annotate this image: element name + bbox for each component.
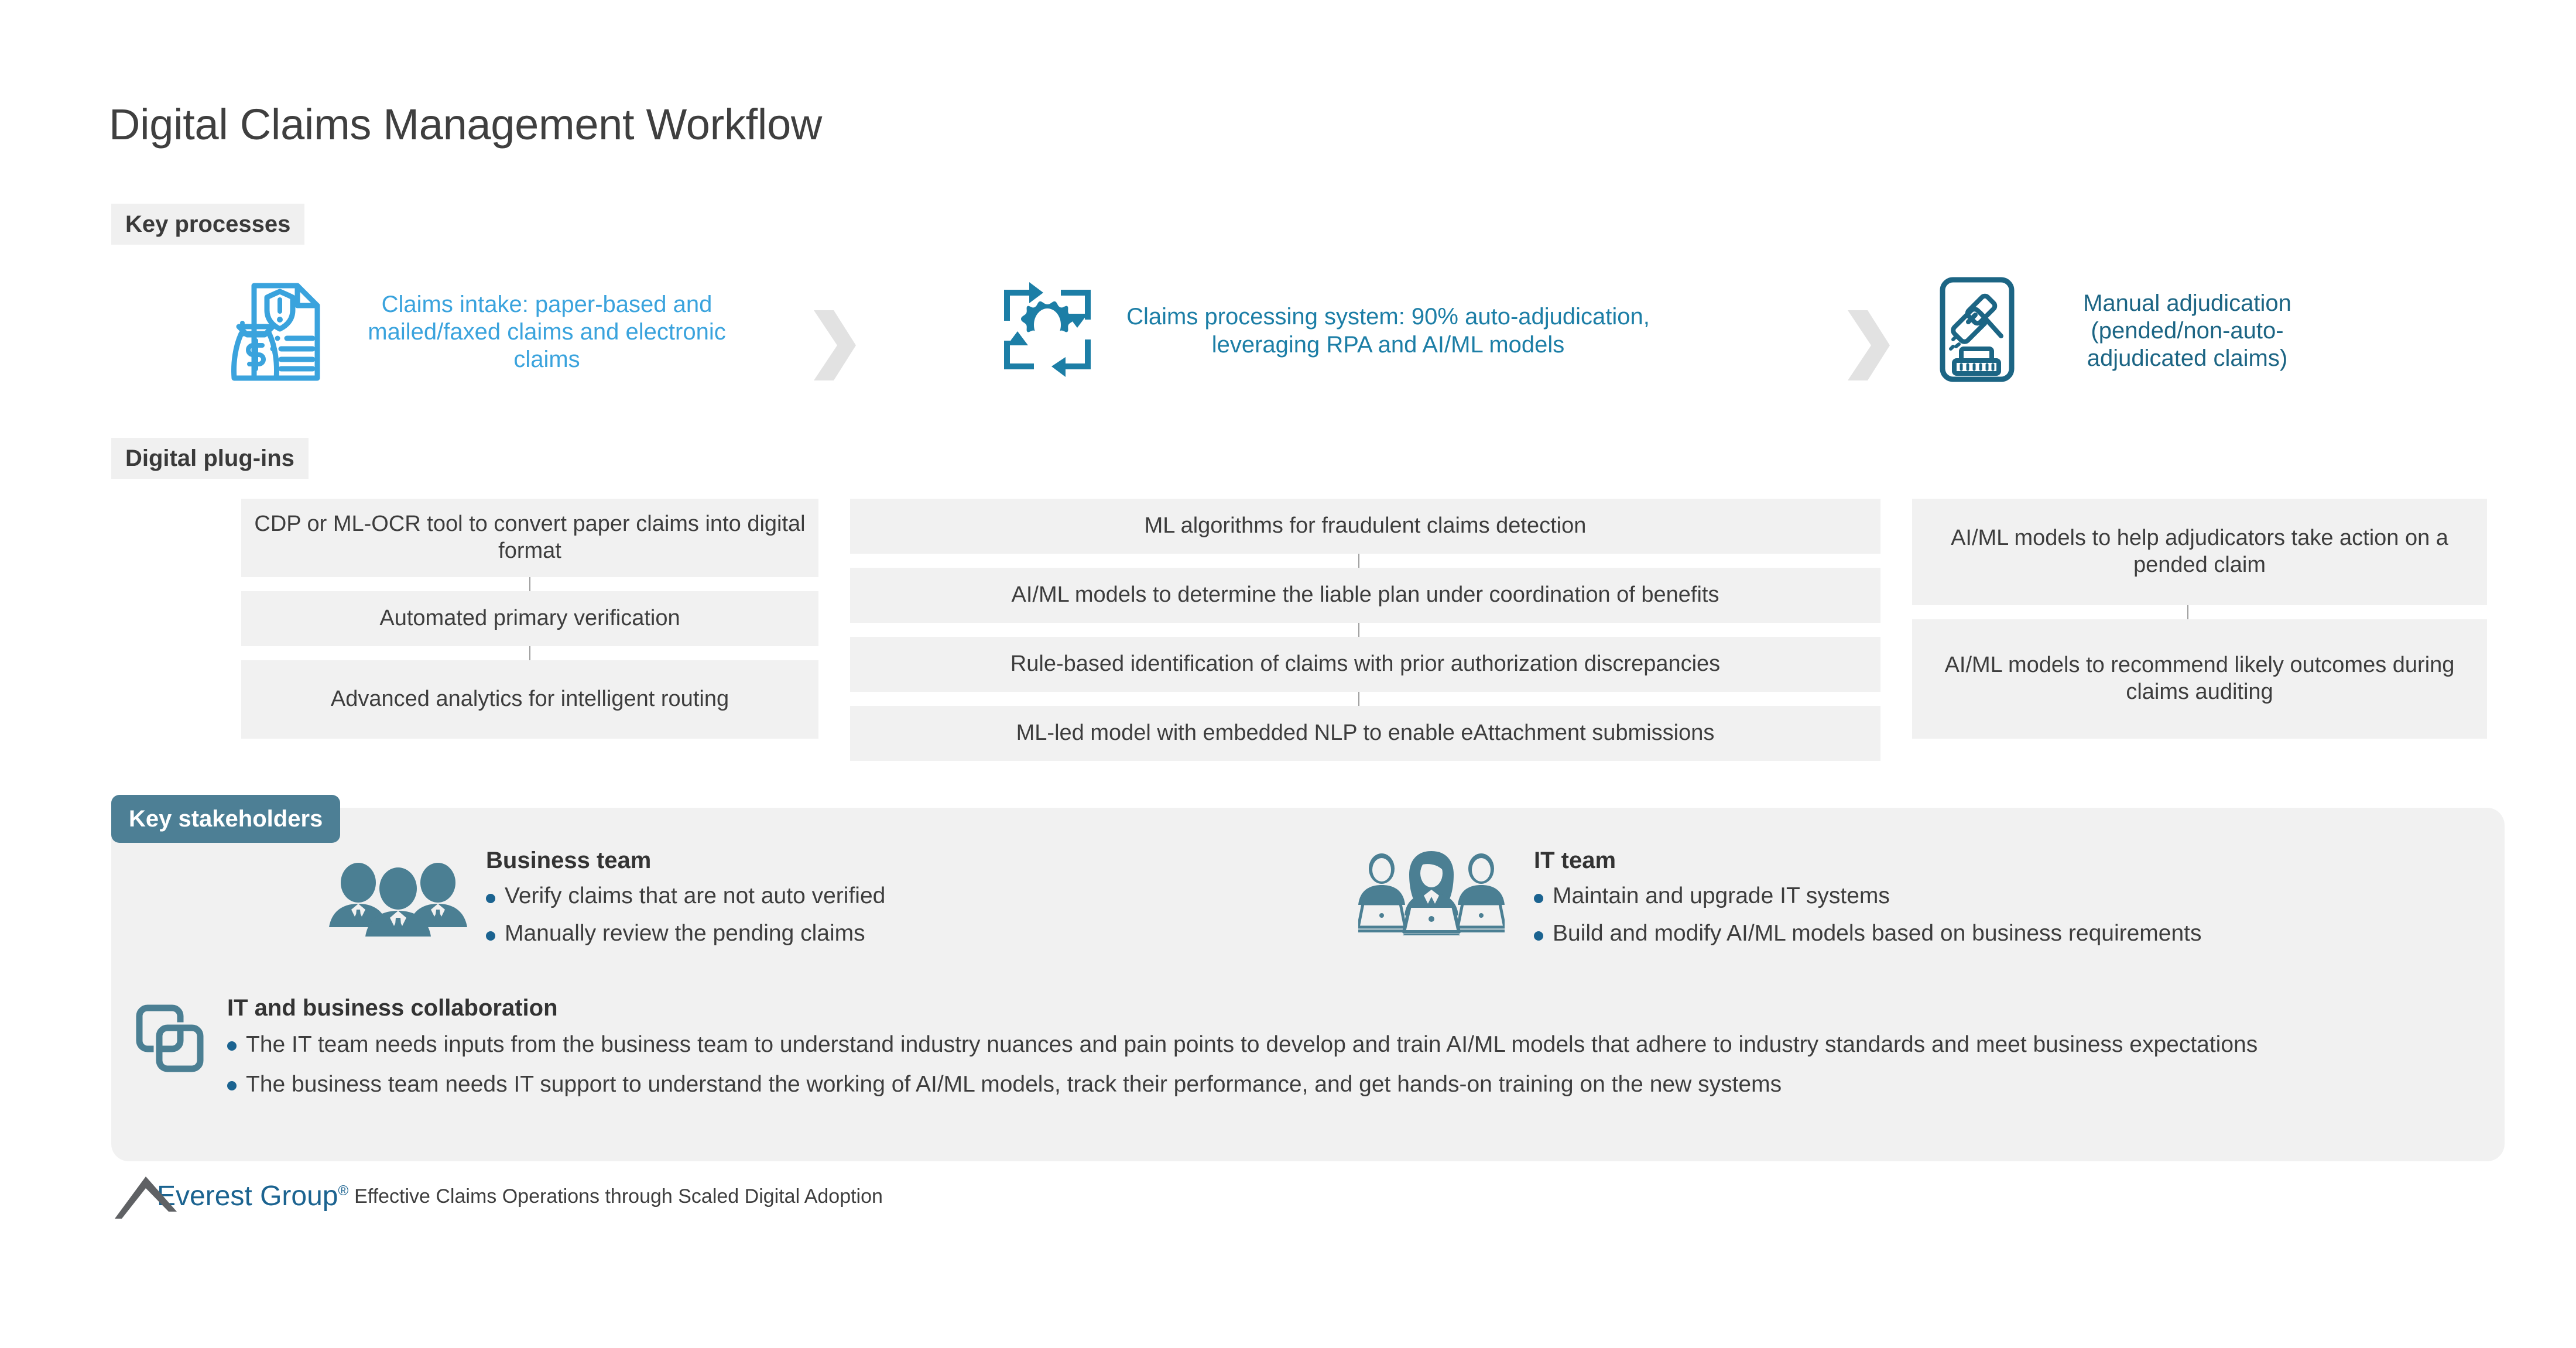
bullet-dot-icon bbox=[227, 1041, 237, 1051]
gavel-icon bbox=[1938, 275, 2020, 387]
footer-brand-name: Everest Group® bbox=[157, 1182, 348, 1210]
slide-canvas: Digital Claims Management Workflow Key p… bbox=[0, 0, 2576, 1348]
process-step-claims-processing: Claims processing system: 90% auto-adjud… bbox=[995, 275, 1660, 387]
plugin-connector bbox=[1358, 692, 1359, 706]
stakeholder-business-team: Business team Verify claims that are not… bbox=[329, 848, 1253, 956]
it-people-laptops-icon bbox=[1356, 848, 1506, 938]
plugin-box: CDP or ML-OCR tool to convert paper clai… bbox=[241, 499, 818, 577]
stakeholder-title: IT and business collaboration bbox=[227, 995, 558, 1021]
section-label-key-stakeholders: Key stakeholders bbox=[111, 795, 341, 843]
stakeholder-body: Business team Verify claims that are not… bbox=[486, 848, 1253, 947]
bullet-text: Verify claims that are not auto verified bbox=[505, 883, 886, 908]
bullet-text: The business team needs IT support to un… bbox=[246, 1072, 1782, 1097]
plugin-box: AI/ML models to recommend likely outcome… bbox=[1912, 619, 2487, 739]
stakeholder-body: IT team Maintain and upgrade IT systems … bbox=[1534, 848, 2471, 947]
bullet-dot-icon bbox=[227, 1081, 237, 1091]
plugin-box: Rule-based identification of claims with… bbox=[850, 637, 1880, 692]
section-label-digital-plugins: Digital plug-ins bbox=[111, 438, 309, 479]
bullet-dot-icon bbox=[486, 894, 495, 903]
plugin-box: Automated primary verification bbox=[241, 591, 818, 646]
bullet-text: Manually review the pending claims bbox=[505, 920, 865, 946]
bullet-item: The business team needs IT support to un… bbox=[227, 1069, 2471, 1100]
bullet-dot-icon bbox=[1534, 931, 1543, 941]
chevron-right-icon bbox=[1844, 308, 1891, 383]
process-step-label: Manual adjudication (pended/non-auto-adj… bbox=[2083, 290, 2291, 372]
bullet-text: Build and modify AI/ML models based on b… bbox=[1553, 920, 2202, 946]
bullet-text: The IT team needs inputs from the busine… bbox=[246, 1032, 2258, 1057]
process-step-claims-intake: Claims intake: paper-based and mailed/fa… bbox=[228, 275, 752, 389]
bullet-item: Build and modify AI/ML models based on b… bbox=[1534, 920, 2471, 948]
plugin-connector bbox=[529, 646, 530, 660]
plugin-box: AI/ML models to determine the liable pla… bbox=[850, 568, 1880, 623]
plugin-connector bbox=[1358, 554, 1359, 568]
gear-automation-cycle-icon bbox=[995, 275, 1099, 387]
bullet-dot-icon bbox=[486, 931, 495, 941]
bullet-item: Manually review the pending claims bbox=[486, 920, 1253, 948]
page-title: Digital Claims Management Workflow bbox=[109, 100, 823, 149]
bullet-item: The IT team needs inputs from the busine… bbox=[227, 1030, 2471, 1060]
stakeholder-it-business-collaboration: IT and business collaboration The IT tea… bbox=[135, 995, 2471, 1110]
plugin-connector bbox=[529, 577, 530, 591]
plugin-box: Advanced analytics for intelligent routi… bbox=[241, 660, 818, 739]
business-people-group-icon bbox=[328, 863, 468, 942]
bullet-text: Maintain and upgrade IT systems bbox=[1553, 883, 1890, 908]
overlapping-squares-collaboration-icon bbox=[135, 1003, 206, 1076]
plugin-connector bbox=[1358, 623, 1359, 637]
claim-document-money-icon bbox=[228, 275, 328, 389]
stakeholder-it-team: IT team Maintain and upgrade IT systems … bbox=[1356, 848, 2471, 956]
stakeholder-title: IT team bbox=[1534, 848, 1616, 873]
stakeholder-body: IT and business collaboration The IT tea… bbox=[227, 995, 2471, 1100]
footer: Everest Group® Effective Claims Operatio… bbox=[109, 1177, 883, 1219]
process-step-label: Claims processing system: 90% auto-adjud… bbox=[1126, 304, 1650, 358]
brand-text: Everest Group bbox=[157, 1181, 338, 1212]
chevron-right-icon bbox=[810, 308, 857, 383]
bullet-item: Maintain and upgrade IT systems bbox=[1534, 882, 2471, 910]
plugin-box: AI/ML models to help adjudicators take a… bbox=[1912, 499, 2487, 605]
process-step-manual-adjudication: Manual adjudication (pended/non-auto-adj… bbox=[1938, 275, 2339, 387]
plugin-box: ML algorithms for fraudulent claims dete… bbox=[850, 499, 1880, 554]
plugin-box: ML-led model with embedded NLP to enable… bbox=[850, 706, 1880, 761]
bullet-dot-icon bbox=[1534, 894, 1543, 903]
process-step-label: Claims intake: paper-based and mailed/fa… bbox=[368, 291, 726, 373]
stakeholder-title: Business team bbox=[486, 848, 652, 873]
bullet-item: Verify claims that are not auto verified bbox=[486, 882, 1253, 910]
plugin-connector bbox=[2187, 605, 2188, 619]
registered-mark: ® bbox=[338, 1183, 349, 1199]
everest-group-mountain-logo-icon bbox=[114, 1175, 178, 1225]
section-label-key-processes: Key processes bbox=[111, 204, 305, 245]
footer-tagline: Effective Claims Operations through Scal… bbox=[354, 1185, 883, 1208]
